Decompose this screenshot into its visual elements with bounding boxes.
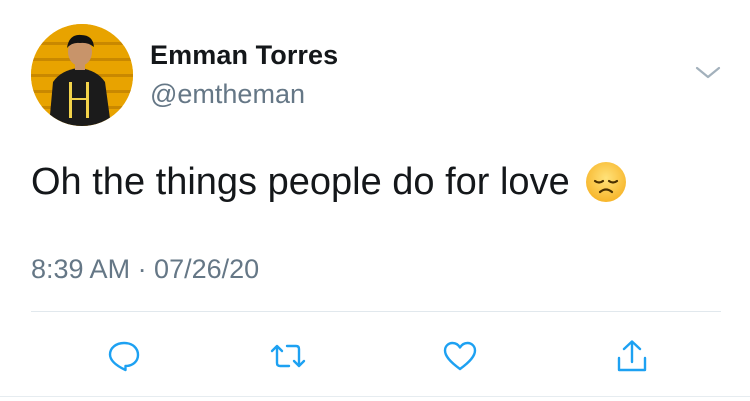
share-button[interactable] [612, 336, 652, 376]
user-handle[interactable]: @emtheman [150, 79, 305, 110]
share-icon [617, 340, 647, 372]
retweet-button[interactable] [268, 336, 308, 376]
tweet-card: Emman Torres @emtheman Oh the things peo… [0, 0, 750, 401]
avatar-photo [31, 24, 133, 126]
tweet-timestamp[interactable]: 8:39 AM · 07/26/20 [31, 254, 259, 285]
chevron-down-icon[interactable] [694, 62, 722, 82]
reply-button[interactable] [104, 336, 144, 376]
like-icon [443, 341, 477, 371]
divider [31, 311, 721, 312]
display-name[interactable]: Emman Torres [150, 40, 338, 71]
reply-icon [108, 341, 140, 372]
disappointed-face-emoji-icon [584, 160, 628, 204]
avatar[interactable] [31, 24, 133, 126]
retweet-icon [270, 344, 306, 368]
tweet-text: Oh the things people do for love [31, 160, 570, 203]
like-button[interactable] [440, 336, 480, 376]
tweet-text-row: Oh the things people do for love [31, 160, 628, 204]
bottom-border [0, 396, 750, 397]
